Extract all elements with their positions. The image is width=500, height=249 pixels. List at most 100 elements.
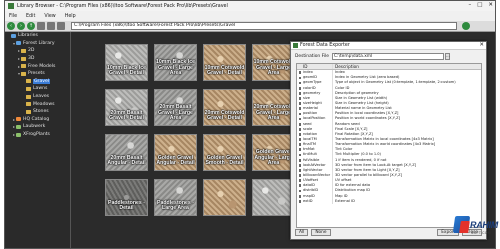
minimize-icon[interactable]: – (468, 2, 471, 8)
field-checkbox[interactable] (298, 158, 302, 162)
preset-tile[interactable]: Golden Gravel Angular - Detail (154, 134, 197, 171)
field-checkbox[interactable] (298, 143, 302, 147)
tree-item-label: Free Models (28, 63, 56, 69)
field-checkbox[interactable] (298, 138, 302, 141)
field-id: localPosition (303, 116, 326, 121)
column-header-id[interactable]: ID (297, 64, 333, 70)
tree-item-meadows[interactable]: Meadows (5, 100, 70, 108)
field-checkbox[interactable] (298, 81, 302, 85)
tree-item-free-models[interactable]: ▸ Free Models (5, 62, 70, 70)
preset-tile[interactable]: 20mm Basalt Angular - Detail (105, 134, 148, 171)
browse-button[interactable]: ... (444, 53, 450, 60)
select-none-button[interactable]: None (311, 229, 331, 236)
field-checkbox[interactable] (298, 122, 302, 126)
column-header-description[interactable]: Description (333, 64, 481, 69)
tree-item-label: XFrogPlants (23, 132, 50, 138)
up-icon[interactable]: ↑ (27, 22, 35, 30)
field-checkbox[interactable] (298, 76, 302, 80)
preset-tile[interactable]: 10mm Black Ice Gravel - Detail (105, 44, 148, 81)
destination-label: Destination File (295, 54, 329, 59)
menu-edit[interactable]: Edit (26, 14, 35, 19)
preset-tile[interactable]: 20mm Cotswold Gravel - Detail (203, 89, 246, 126)
preset-tile[interactable]: 10mm Cotswold Gravel - Detail (203, 44, 246, 81)
tree-item-gravel[interactable]: Gravel (5, 78, 70, 86)
preset-tile[interactable]: Paddlestones - Detail (105, 179, 148, 216)
field-id: dataID (303, 183, 315, 188)
field-checkbox[interactable] (298, 112, 302, 116)
catalog-icon (16, 132, 21, 137)
preset-tile[interactable]: 10mm Cotswold Gravel - Large Area (252, 44, 295, 81)
field-checkbox[interactable] (298, 71, 302, 75)
field-checkbox[interactable] (298, 127, 302, 131)
field-id: localTM (303, 137, 317, 142)
tree-item-label: 2D (28, 48, 35, 54)
tree-item-label: Libraries (18, 33, 38, 39)
tree-item-leaves[interactable]: Leaves (5, 93, 70, 101)
preset-tile[interactable]: 20mm Cotswold Gravel - Large Area (252, 89, 295, 126)
tree-item-forest-library[interactable]: ▾ Forest Library (5, 40, 70, 48)
preset-tile[interactable]: Golden Gravel Smooth - Detail (203, 134, 246, 171)
field-id: colorID (303, 85, 316, 90)
field-id: lookAtVector (303, 162, 326, 167)
field-checkbox[interactable] (298, 174, 302, 177)
select-all-button[interactable]: All (295, 229, 309, 236)
preset-tile[interactable]: Paddlestones - Large Area (154, 179, 197, 216)
dialog-title-bar: Forest Data Exporter ✕ (291, 42, 486, 50)
toolbar: ‹ › ↑ C:\Program Files (x86)\Itoo Softwa… (5, 21, 495, 32)
settings-icon[interactable] (47, 22, 55, 30)
export-icon[interactable] (57, 22, 65, 30)
field-checkbox[interactable] (298, 199, 302, 203)
preset-tile[interactable] (203, 179, 246, 216)
field-checkbox[interactable] (298, 107, 302, 111)
field-checkbox[interactable] (298, 86, 302, 90)
dialog-close-icon[interactable]: ✕ (479, 42, 484, 48)
preset-caption: 20mm Cotswold Gravel - Detail (204, 109, 245, 122)
preset-tile[interactable] (252, 179, 295, 216)
field-id: scale (303, 126, 313, 131)
destination-field[interactable]: C:\temp\data.xml (331, 53, 444, 60)
field-checkbox[interactable] (298, 194, 302, 198)
forward-icon[interactable]: › (17, 22, 25, 30)
window-title: Library Browser - C:\Program Files (x86)… (17, 3, 228, 9)
field-checkbox[interactable] (298, 148, 302, 152)
view-mode-icon[interactable] (37, 22, 45, 30)
logo-mark-accent (459, 221, 470, 233)
menu-file[interactable]: File (9, 14, 17, 19)
go-icon[interactable] (462, 22, 470, 30)
menu-view[interactable]: View (44, 14, 55, 19)
field-checkbox[interactable] (298, 153, 302, 157)
preset-tile[interactable]: 10mm Black Ice Gravel - Large Area (154, 44, 197, 81)
tree-item-laubwerk[interactable]: ▸ Laubwerk (5, 123, 70, 131)
maximize-icon[interactable]: □ (477, 2, 482, 8)
field-checkbox[interactable] (298, 189, 302, 193)
table-row[interactable]: extID External ID (297, 198, 481, 204)
folder-icon (26, 86, 31, 91)
field-checkbox[interactable] (298, 163, 302, 167)
preset-tile[interactable]: 20mm Basalt Gravel - Large Area (154, 89, 197, 126)
tree-item-xfrogplants[interactable]: ▸ XFrogPlants (5, 131, 70, 139)
tree-item-libraries[interactable]: Libraries (5, 32, 70, 40)
field-checkbox[interactable] (298, 91, 302, 95)
field-checkbox[interactable] (298, 133, 302, 136)
field-checkbox[interactable] (298, 169, 302, 172)
field-checkbox[interactable] (298, 102, 302, 106)
tree-item-lawns[interactable]: Lawns (5, 85, 70, 93)
field-id: index (303, 70, 313, 75)
menu-help[interactable]: Help (65, 14, 76, 19)
back-icon[interactable]: ‹ (7, 22, 15, 30)
window-controls: – □ ✕ (468, 2, 493, 8)
tree-item-3d[interactable]: ▸ 3D (5, 55, 70, 63)
field-checkbox[interactable] (298, 117, 302, 121)
tree-item-presets[interactable]: ▾ Presets (5, 70, 70, 78)
close-icon[interactable]: ✕ (488, 2, 493, 8)
field-checkbox[interactable] (298, 184, 302, 188)
field-checkbox[interactable] (298, 97, 302, 100)
path-field[interactable]: C:\Program Files (x86)\Itoo Software\For… (71, 22, 457, 30)
preset-tile[interactable]: 20mm Basalt Gravel - Detail (105, 89, 148, 126)
tree-item-2d[interactable]: ▸ 2D (5, 47, 70, 55)
field-checkbox[interactable] (298, 179, 302, 183)
tree-item-stones[interactable]: Stones (5, 108, 70, 116)
tree-item-hq-catalog[interactable]: ▸ HQ Catalog (5, 116, 70, 124)
title-bar: Library Browser - C:\Program Files (x86)… (5, 1, 495, 11)
preset-tile[interactable]: Golden Gravel Angular - Large Area (252, 134, 295, 171)
